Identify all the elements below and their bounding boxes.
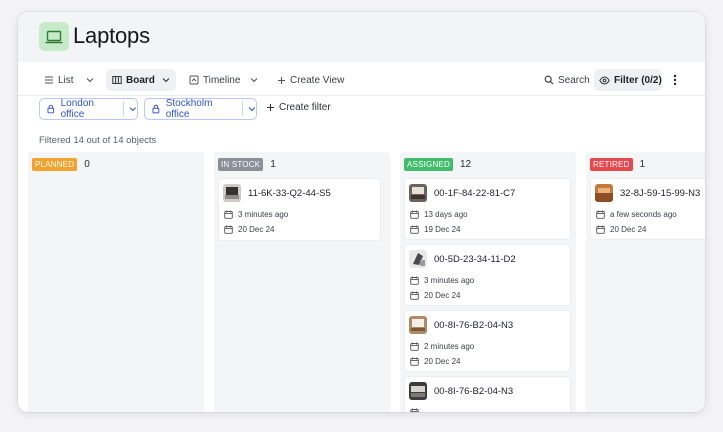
timeline-icon (189, 75, 199, 85)
calendar-edit-icon (410, 276, 419, 285)
calendar-edit-icon (410, 210, 419, 219)
board-column-retired: RETIRED 1 32-8J-59-15-99-N3 a few second… (586, 152, 705, 412)
card-updated: a few seconds ago (596, 210, 677, 219)
create-filter-button[interactable]: Create filter (266, 102, 331, 113)
create-view-label: Create View (290, 74, 345, 86)
card-updated: 13 days ago (410, 210, 468, 219)
calendar-edit-icon (410, 342, 419, 351)
filter-chip-label: London office (60, 98, 94, 120)
app-window: Laptops List Board Timeline Create View (18, 12, 705, 412)
plus-icon (278, 76, 285, 84)
laptop-card[interactable]: 00-1F-84-22-81-C7 13 days ago 19 Dec 24 (405, 179, 570, 239)
card-title: 00-8I-76-B2-04-N3 (434, 320, 514, 331)
chevron-down-icon (86, 78, 94, 83)
filtered-count-text: Filtered 14 out of 14 objects (39, 135, 157, 146)
calendar-icon (596, 225, 605, 234)
column-count: 1 (270, 159, 276, 170)
laptop-thumbnail (409, 382, 427, 400)
view-board-label: Board (126, 74, 155, 86)
chevron-down-icon (129, 107, 137, 112)
card-updated (410, 408, 424, 412)
search-label: Search (558, 74, 590, 86)
list-dropdown-button[interactable] (81, 70, 99, 90)
lock-icon (47, 104, 55, 114)
board-dropdown-button[interactable] (157, 70, 175, 90)
card-date: 20 Dec 24 (410, 291, 460, 300)
filter-button[interactable]: Filter (0/2) (599, 70, 662, 90)
calendar-edit-icon (224, 210, 233, 219)
laptop-card[interactable]: 11-6K-33-Q2-44-S5 3 minutes ago 20 Dec 2… (219, 179, 380, 240)
more-options-button[interactable] (673, 70, 681, 90)
board-column-assigned: ASSIGNED 12 00-1F-84-22-81-C7 13 days ag… (400, 152, 576, 412)
laptop-card[interactable]: 00-5D-23-34-11-D2 3 minutes ago 20 Dec 2… (405, 245, 570, 305)
eye-icon (599, 75, 610, 85)
status-badge: RETIRED (590, 158, 633, 171)
card-date: 20 Dec 24 (596, 225, 646, 234)
card-updated: 3 minutes ago (410, 276, 474, 285)
create-filter-label: Create filter (279, 102, 331, 113)
card-date: 19 Dec 24 (410, 225, 460, 234)
list-icon (45, 76, 53, 84)
calendar-edit-icon (410, 408, 419, 412)
card-title: 00-8I-76-B2-04-N3 (434, 386, 514, 397)
board-column-planned: PLANNED 0 (28, 152, 204, 412)
column-header: RETIRED 1 (590, 158, 645, 171)
lock-icon (152, 104, 160, 114)
card-title: 00-5D-23-34-11-D2 (434, 254, 516, 265)
column-count: 12 (459, 159, 472, 170)
laptop-thumbnail (409, 184, 427, 202)
status-badge: IN STOCK (218, 158, 264, 171)
card-updated: 3 minutes ago (224, 210, 288, 219)
view-timeline-button[interactable]: Timeline (189, 70, 240, 90)
calendar-icon (410, 291, 419, 300)
card-title: 00-1F-84-22-81-C7 (434, 188, 516, 199)
laptop-thumbnail (223, 184, 241, 202)
card-date: 20 Dec 24 (410, 357, 460, 366)
calendar-icon (410, 357, 419, 366)
laptop-thumbnail (409, 250, 427, 268)
create-view-button[interactable]: Create View (277, 70, 344, 90)
laptop-icon (39, 22, 69, 51)
calendar-icon (410, 225, 419, 234)
status-badge: PLANNED (32, 158, 78, 171)
view-board-button[interactable]: Board (112, 70, 155, 90)
filter-chip-label: Stockholm office (165, 98, 213, 120)
view-list-label: List (58, 74, 74, 86)
calendar-icon (224, 225, 233, 234)
laptop-card[interactable]: 00-8I-76-B2-04-N3 2 minutes ago 20 Dec 2… (405, 311, 570, 371)
filter-label: Filter (0/2) (614, 74, 662, 86)
timeline-dropdown-button[interactable] (245, 70, 263, 90)
view-toolbar: List Board Timeline Create View Search F… (18, 62, 705, 96)
chevron-down-icon (162, 78, 170, 83)
chevron-down-icon (250, 78, 258, 83)
laptop-thumbnail (595, 184, 613, 202)
laptop-card[interactable]: 00-8I-76-B2-04-N3 (405, 377, 570, 412)
view-list-button[interactable]: List (44, 70, 74, 90)
column-header: IN STOCK 1 (218, 158, 276, 171)
laptop-thumbnail (409, 316, 427, 334)
column-header: ASSIGNED 12 (404, 158, 471, 171)
view-timeline-label: Timeline (203, 74, 241, 86)
card-updated: 2 minutes ago (410, 342, 474, 351)
board-icon (112, 76, 122, 84)
status-badge: ASSIGNED (404, 158, 453, 171)
card-title: 11-6K-33-Q2-44-S5 (248, 188, 331, 199)
chevron-down-icon (248, 107, 256, 112)
plus-icon (267, 104, 274, 111)
calendar-edit-icon (596, 210, 605, 219)
page-title: Laptops (73, 23, 150, 48)
filter-chip-stockholm[interactable]: Stockholm office (144, 98, 257, 120)
search-button[interactable]: Search (544, 70, 590, 90)
filter-chip-london[interactable]: London office (39, 98, 138, 120)
board-column-in-stock: IN STOCK 1 11-6K-33-Q2-44-S5 3 minutes a… (214, 152, 390, 412)
search-icon (544, 75, 554, 85)
kebab-menu-icon (673, 74, 677, 86)
column-count: 1 (639, 159, 646, 170)
card-date: 20 Dec 24 (224, 225, 274, 234)
column-count: 0 (84, 159, 90, 170)
laptop-card[interactable]: 32-8J-59-15-99-N3 a few seconds ago 20 D… (591, 179, 705, 239)
page-header: Laptops (18, 12, 705, 62)
column-header: PLANNED 0 (32, 158, 90, 171)
card-title: 32-8J-59-15-99-N3 (620, 188, 701, 199)
